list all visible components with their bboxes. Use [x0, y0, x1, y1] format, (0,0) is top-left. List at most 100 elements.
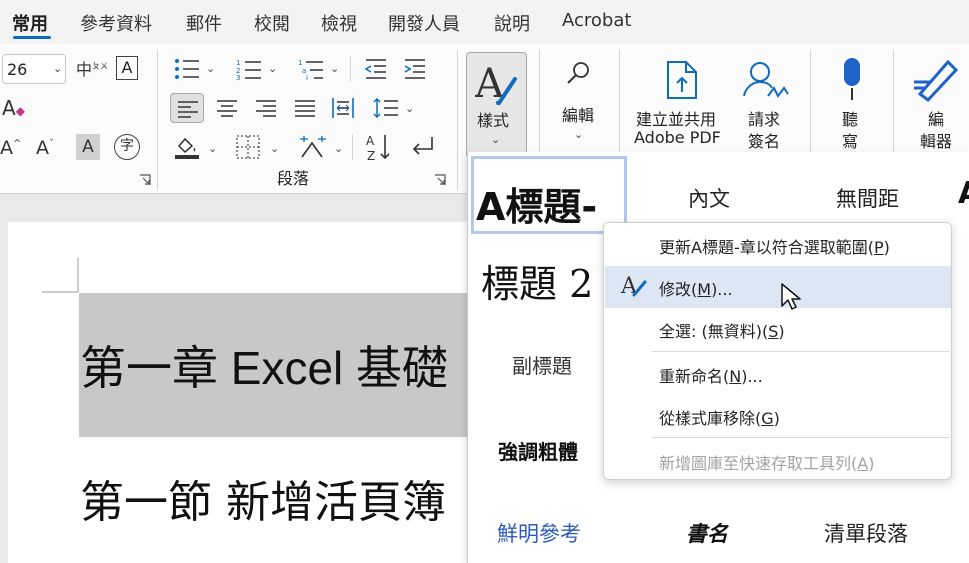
- phonetic-guide-char: 中: [76, 60, 93, 79]
- menu-item-key: M: [697, 280, 712, 299]
- document-heading-1[interactable]: 第一章 Excel 基礎: [80, 332, 448, 398]
- svg-text:1: 1: [236, 59, 240, 67]
- menu-item-update-to-match[interactable]: 更新A標題-章以符合選取範圍(P): [659, 234, 890, 258]
- modify-style-icon: A: [620, 274, 647, 299]
- justify-icon[interactable]: [294, 99, 316, 121]
- sort-icon[interactable]: AZ: [366, 133, 392, 165]
- style-book-title[interactable]: 書名: [686, 518, 728, 548]
- font-dialog-launcher-icon[interactable]: [139, 174, 151, 186]
- tab-review[interactable]: 校閱: [254, 10, 290, 36]
- asian-layout-icon[interactable]: [298, 135, 328, 163]
- request-signature-button[interactable]: 請求 簽名: [740, 54, 796, 154]
- align-right-icon[interactable]: [255, 99, 277, 121]
- styles-label: 樣式: [477, 111, 510, 130]
- menu-item-label: 更新A標題-章以符合選取範圍(: [659, 238, 874, 257]
- chevron-down-icon[interactable]: ⌄: [405, 102, 414, 115]
- align-center-icon[interactable]: [216, 99, 238, 121]
- tab-help[interactable]: 說明: [494, 10, 530, 36]
- menu-item-remove-from-gallery[interactable]: 從樣式庫移除(G): [659, 405, 780, 429]
- enclose-characters-icon[interactable]: 字: [114, 134, 140, 160]
- menu-item-label: 全選: (無資料)(: [659, 322, 769, 341]
- menu-item-label: 重新命名(: [659, 367, 730, 386]
- chevron-down-icon[interactable]: ⌄: [268, 62, 277, 75]
- signature-icon: [743, 62, 789, 98]
- chevron-down-icon[interactable]: ⌄: [208, 142, 217, 155]
- tab-acrobat[interactable]: Acrobat: [562, 10, 631, 31]
- create-share-label-1: 建立並共用: [636, 110, 717, 129]
- chevron-down-icon: ⌄: [574, 128, 584, 141]
- editor-button[interactable]: 編 輯器: [908, 54, 969, 154]
- tab-references[interactable]: 參考資料: [80, 10, 152, 36]
- menu-item-rename[interactable]: 重新命名(N)...: [659, 363, 763, 387]
- ribbon-tab-bar: 常用 參考資料 郵件 校閱 檢視 開發人員 說明 Acrobat: [0, 0, 969, 44]
- show-paragraph-marks-icon[interactable]: [409, 136, 435, 162]
- style-heading-2[interactable]: 標題 2: [481, 253, 593, 308]
- menu-separator: [652, 351, 950, 352]
- numbering-icon[interactable]: 123: [236, 58, 262, 84]
- decrease-indent-icon[interactable]: [364, 58, 388, 84]
- style-intense-reference[interactable]: 鮮明參考: [497, 518, 581, 548]
- style-subtitle[interactable]: 副標題: [512, 350, 572, 379]
- chevron-down-icon[interactable]: ⌄: [206, 62, 215, 75]
- grow-font-icon[interactable]: A^: [0, 137, 21, 159]
- shrink-font-letter: A: [36, 137, 49, 159]
- menu-item-label: 新增圖庫至快速存取工具列(: [659, 454, 858, 473]
- bullets-icon[interactable]: [174, 58, 200, 84]
- line-spacing-icon[interactable]: [373, 97, 399, 123]
- menu-item-modify[interactable]: 修改(M)...: [659, 276, 733, 300]
- document-heading-2[interactable]: 第一節 新增活頁簿: [80, 466, 446, 530]
- paragraph-group-label: 段落: [276, 169, 309, 188]
- menu-item-label: 從樣式庫移除(: [659, 409, 762, 428]
- borders-icon[interactable]: [236, 135, 260, 163]
- menu-item-key: P: [873, 238, 884, 257]
- chevron-down-icon[interactable]: ⌄: [270, 142, 279, 155]
- font-size-value: 26: [7, 60, 28, 79]
- editing-button[interactable]: 編輯 ⌄: [556, 56, 604, 156]
- styles-icon: A: [475, 61, 517, 107]
- character-shading-icon[interactable]: A: [76, 134, 100, 160]
- menu-item-tail: ): [883, 238, 890, 257]
- chevron-down-icon: ⌄: [491, 133, 501, 146]
- grow-font-letter: A: [0, 137, 13, 159]
- create-share-adobe-pdf-button[interactable]: 建立並共用 Adobe PDF: [632, 54, 732, 154]
- svg-text:1: 1: [298, 59, 302, 67]
- clear-formatting-icon[interactable]: A◆: [2, 96, 25, 120]
- clear-formatting-letter: A: [2, 96, 16, 120]
- menu-item-select-all[interactable]: 全選: (無資料)(S): [659, 318, 785, 342]
- tab-mailings[interactable]: 郵件: [186, 10, 222, 36]
- paragraph-dialog-launcher-icon[interactable]: [434, 174, 446, 186]
- multilevel-list-icon[interactable]: 1ai: [298, 58, 324, 84]
- shrink-font-icon[interactable]: Aˇ: [36, 137, 54, 159]
- style-list-paragraph[interactable]: 清單段落: [824, 518, 908, 548]
- style-strong[interactable]: 強調粗體: [498, 436, 578, 465]
- svg-text:A: A: [366, 134, 375, 148]
- style-normal[interactable]: 內文: [688, 183, 730, 213]
- character-border-icon[interactable]: A: [116, 56, 138, 80]
- style-partial-next[interactable]: A: [958, 176, 969, 211]
- microphone-icon: [844, 58, 860, 100]
- dictate-label-2: 寫: [842, 132, 859, 151]
- distributed-icon[interactable]: [331, 97, 355, 123]
- shading-bucket-icon[interactable]: [174, 135, 200, 163]
- editor-label-2: 輯器: [920, 132, 953, 151]
- tab-home[interactable]: 常用: [12, 10, 48, 36]
- menu-item-key: A: [857, 454, 869, 473]
- increase-indent-icon[interactable]: [403, 58, 427, 84]
- svg-text:Z: Z: [367, 149, 375, 161]
- style-no-spacing[interactable]: 無間距: [836, 183, 899, 213]
- margin-corner-mark: [42, 258, 79, 293]
- font-size-box[interactable]: 26 ⌄: [2, 54, 66, 84]
- menu-item-key: G: [761, 409, 774, 428]
- dictate-button[interactable]: 聽 寫: [826, 54, 878, 154]
- phonetic-guide-icon[interactable]: 中ㄆㄨ: [76, 56, 108, 80]
- chevron-down-icon[interactable]: ⌄: [53, 62, 62, 75]
- dictate-label-1: 聽: [842, 110, 859, 129]
- styles-button[interactable]: A 樣式 ⌄: [466, 52, 527, 158]
- chevron-down-icon[interactable]: ⌄: [334, 142, 343, 155]
- chevron-down-icon[interactable]: ⌄: [330, 62, 339, 75]
- align-left-button[interactable]: [170, 93, 204, 123]
- editor-label-1: 編: [928, 110, 945, 129]
- style-heading-chapter[interactable]: A標題-: [476, 176, 597, 231]
- tab-view[interactable]: 檢視: [321, 10, 357, 36]
- tab-developer[interactable]: 開發人員: [388, 10, 460, 36]
